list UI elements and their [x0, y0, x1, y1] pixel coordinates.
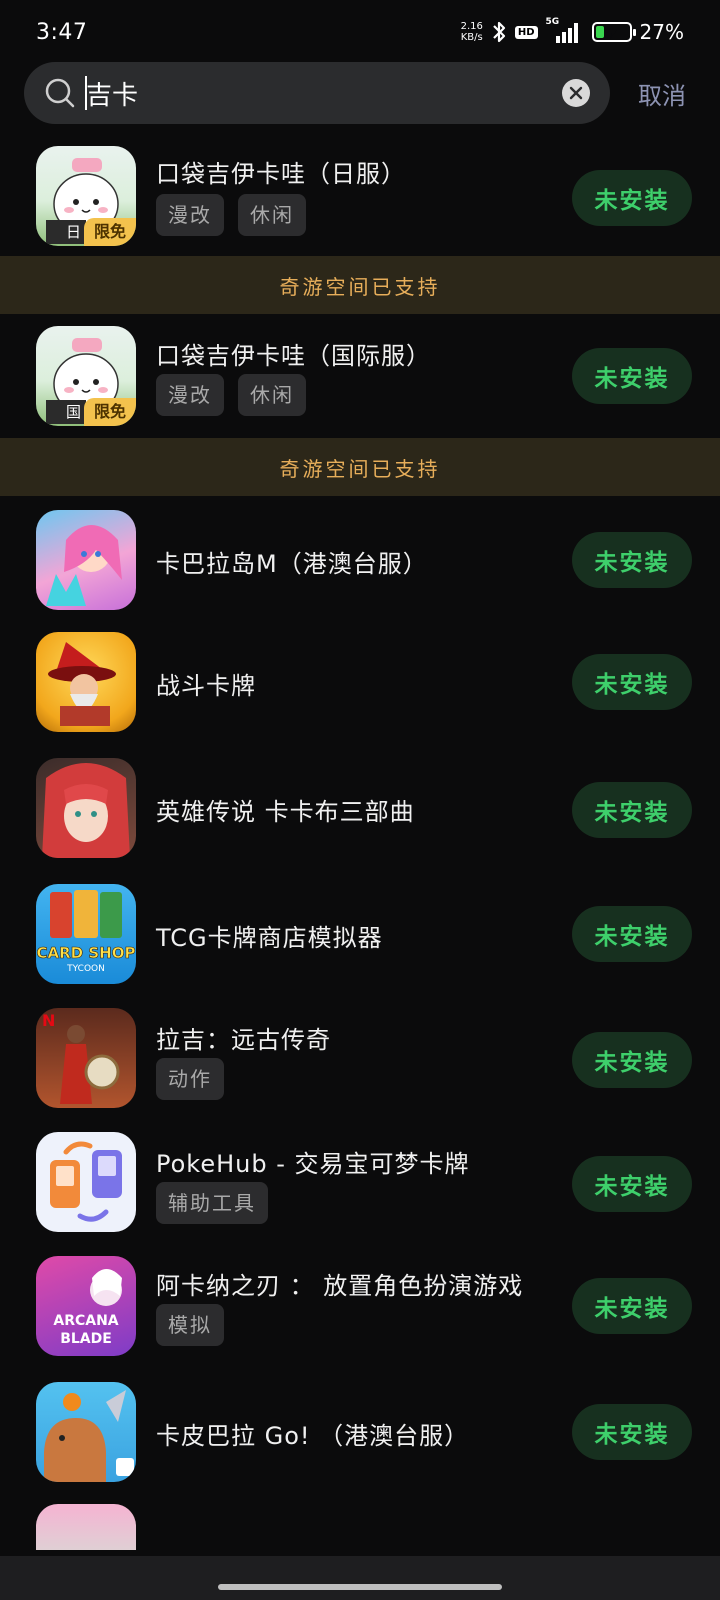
app-icon[interactable]: CARD SHOP TYCOON	[36, 884, 136, 984]
svg-text:N: N	[42, 1011, 55, 1030]
app-icon[interactable]	[36, 1504, 136, 1550]
app-icon[interactable]	[36, 632, 136, 732]
hd-badge: HD	[514, 25, 538, 39]
status-icons: 2.16 KB/s HD 5G 27%	[461, 17, 684, 46]
app-tag: 辅助工具	[156, 1182, 268, 1224]
app-name: TCG卡牌商店模拟器	[156, 924, 383, 952]
app-name: 英雄传说 卡卡布三部曲	[156, 798, 415, 826]
region-badge: 国	[46, 400, 86, 424]
app-tag: 动作	[156, 1058, 224, 1100]
app-icon[interactable]: ARCANA BLADE	[36, 1256, 136, 1356]
app-icon[interactable]: N	[36, 1008, 136, 1108]
app-tag: 漫改	[156, 374, 224, 416]
app-row[interactable]: 战斗卡牌 未安装	[0, 620, 720, 746]
app-tags: 漫改 休闲	[156, 374, 306, 416]
app-tag: 漫改	[156, 194, 224, 236]
install-button[interactable]: 未安装	[572, 1156, 692, 1212]
install-button[interactable]: 未安装	[572, 654, 692, 710]
app-tags: 辅助工具	[156, 1182, 268, 1224]
search-results-list[interactable]: 日 限免 口袋吉伊卡哇（日服） 漫改 休闲 未安装 奇游空间已支持 国 限免 口…	[0, 140, 720, 1550]
battery-percent: 27%	[639, 20, 684, 44]
app-name: 卡皮巴拉 Go! （港澳台服）	[156, 1422, 470, 1450]
install-button[interactable]: 未安装	[572, 1404, 692, 1460]
app-icon[interactable]	[36, 1132, 136, 1232]
install-button[interactable]: 未安装	[572, 532, 692, 588]
icon-subtitle-text: TYCOON	[67, 964, 105, 974]
app-row[interactable]: 日 限免 口袋吉伊卡哇（日服） 漫改 休闲 未安装	[0, 140, 720, 256]
app-tag: 休闲	[238, 374, 306, 416]
search-row: 取消	[0, 62, 720, 126]
install-button[interactable]: 未安装	[572, 782, 692, 838]
install-button[interactable]: 未安装	[572, 906, 692, 962]
install-button[interactable]: 未安装	[572, 1278, 692, 1334]
app-icon[interactable]	[36, 1382, 136, 1482]
app-icon[interactable]	[36, 758, 136, 858]
app-name: 口袋吉伊卡哇（国际服）	[156, 342, 431, 370]
app-name: 战斗卡牌	[156, 672, 256, 700]
app-row[interactable]: 英雄传说 卡卡布三部曲 未安装	[0, 746, 720, 870]
search-bar[interactable]	[24, 62, 610, 124]
app-tags: 动作	[156, 1058, 224, 1100]
battery-fill	[595, 26, 605, 38]
app-icon[interactable]: 国 限免	[36, 326, 136, 426]
home-indicator[interactable]	[218, 1584, 502, 1590]
network-speed: 2.16 KB/s	[461, 21, 483, 43]
network-speed-unit: KB/s	[460, 32, 483, 43]
navigation-bar	[0, 1556, 720, 1600]
app-row-partial[interactable]	[0, 1494, 720, 1550]
app-tag: 休闲	[238, 194, 306, 236]
app-name: PokeHub - 交易宝可梦卡牌	[156, 1150, 470, 1178]
app-tag: 模拟	[156, 1304, 224, 1346]
support-banner: 奇游空间已支持	[0, 256, 720, 314]
app-tags: 漫改 休闲	[156, 194, 306, 236]
app-icon[interactable]	[36, 510, 136, 610]
status-time: 3:47	[36, 20, 88, 45]
limited-free-badge: 限免	[84, 398, 136, 426]
app-icon[interactable]: 日 限免	[36, 146, 136, 246]
app-row[interactable]: 国 限免 口袋吉伊卡哇（国际服） 漫改 休闲 未安装	[0, 314, 720, 438]
install-button[interactable]: 未安装	[572, 1032, 692, 1088]
network-speed-value: 2.16	[460, 21, 483, 32]
icon-title-text: ARCANA BLADE	[53, 1313, 119, 1347]
app-name: 口袋吉伊卡哇（日服）	[156, 160, 406, 188]
region-badge: 日	[46, 220, 86, 244]
search-icon	[45, 78, 75, 108]
signal-bars-icon: 5G	[546, 17, 584, 43]
bluetooth-icon	[491, 20, 507, 44]
status-bar: 3:47 2.16 KB/s HD 5G 27%	[0, 0, 720, 62]
cancel-button[interactable]: 取消	[638, 76, 686, 111]
app-row[interactable]: 卡巴拉岛M（港澳台服） 未安装	[0, 496, 720, 620]
install-button[interactable]: 未安装	[572, 170, 692, 226]
close-icon	[569, 86, 583, 100]
icon-title-text: CARD SHOP	[36, 944, 136, 963]
app-row[interactable]: CARD SHOP TYCOON TCG卡牌商店模拟器 未安装	[0, 870, 720, 996]
app-row[interactable]: 卡皮巴拉 Go! （港澳台服） 未安装	[0, 1370, 720, 1494]
app-name: 卡巴拉岛M（港澳台服）	[156, 550, 428, 578]
app-row[interactable]: ARCANA BLADE 阿卡纳之刃 ： 放置角色扮演游戏 模拟 未安装	[0, 1244, 720, 1370]
signal-type: 5G	[545, 17, 560, 27]
app-name: 阿卡纳之刃 ： 放置角色扮演游戏	[156, 1272, 524, 1300]
support-banner: 奇游空间已支持	[0, 438, 720, 496]
battery-charging-icon	[591, 22, 636, 42]
app-row[interactable]: N 拉吉：远古传奇 动作 未安装	[0, 996, 720, 1120]
app-tags: 模拟	[156, 1304, 224, 1346]
clear-search-button[interactable]	[562, 79, 590, 107]
install-button[interactable]: 未安装	[572, 348, 692, 404]
app-row[interactable]: PokeHub - 交易宝可梦卡牌 辅助工具 未安装	[0, 1120, 720, 1244]
limited-free-badge: 限免	[84, 218, 136, 246]
search-input[interactable]	[86, 74, 526, 112]
app-name: 拉吉：远古传奇	[156, 1026, 331, 1054]
